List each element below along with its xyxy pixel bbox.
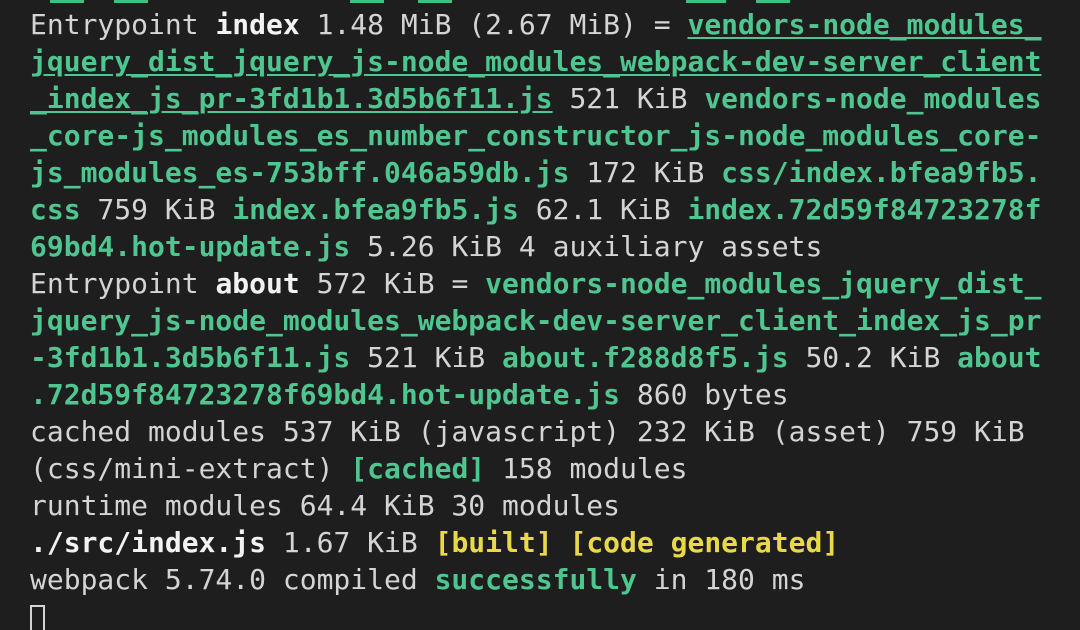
cursor-icon: [30, 605, 45, 630]
output-line-runtime-modules: runtime modules 64.4 KiB 30 modules: [30, 489, 621, 522]
asset-name: -3fd1b1.3d5b6f11.js: [30, 341, 351, 374]
asset-link[interactable]: vendors-node_modules_: [687, 8, 1041, 41]
terminal-window[interactable]: Entrypoint index 1.48 MiB (2.67 MiB) = v…: [30, 0, 1070, 630]
success-status: successfully: [434, 563, 637, 596]
output-line: css 759 KiB index.bfea9fb5.js 62.1 KiB i…: [30, 193, 1042, 226]
output-line: 69bd4.hot-update.js 5.26 KiB 4 auxiliary…: [30, 230, 823, 263]
cached-badge: [cached]: [350, 452, 486, 485]
asset-name: about: [957, 341, 1042, 374]
asset-name: vendors-node_modules: [704, 82, 1042, 115]
output-line-entrypoint-about: Entrypoint about 572 KiB = vendors-node_…: [30, 267, 1042, 300]
output-line: js_modules_es-753bff.046a59db.js 172 KiB…: [30, 156, 1042, 189]
asset-name: index.72d59f84723278f: [687, 193, 1042, 226]
built-badge: [built]: [434, 526, 553, 559]
entrypoint-name: about: [215, 267, 300, 300]
asset-name: css: [30, 193, 81, 226]
output-line: .72d59f84723278f69bd4.hot-update.js 860 …: [30, 378, 789, 411]
asset-name: _core-js_modules_es_number_constructor_j…: [30, 119, 1042, 152]
output-line-compile-status: webpack 5.74.0 compiled successfully in …: [30, 563, 806, 596]
output-line: _index_js_pr-3fd1b1.3d5b6f11.js 521 KiB …: [30, 82, 1042, 115]
output-line-cached-modules: cached modules 537 KiB (javascript) 232 …: [30, 415, 1025, 448]
entrypoint-name: index: [215, 8, 300, 41]
previous-line-fragment: [30, 0, 1070, 4]
output-line: jquery_dist_jquery_js-node_modules_webpa…: [30, 43, 1070, 80]
asset-name: vendors-node_modules_jquery_dist_: [485, 267, 1042, 300]
asset-name: index.bfea9fb5.js: [232, 193, 519, 226]
asset-name: about.f288d8f5.js: [502, 341, 789, 374]
output-line-module-built: ./src/index.js 1.67 KiB [built] [code ge…: [30, 526, 840, 559]
asset-link[interactable]: _index_js_pr-3fd1b1.3d5b6f11.js: [30, 82, 553, 115]
output-line: jquery_js-node_modules_webpack-dev-serve…: [30, 302, 1070, 339]
output-line: _core-js_modules_es_number_constructor_j…: [30, 117, 1070, 154]
asset-name: jquery_js-node_modules_webpack-dev-serve…: [30, 304, 1042, 337]
code-generated-badge: [code generated]: [569, 526, 840, 559]
asset-name: .72d59f84723278f69bd4.hot-update.js: [30, 378, 621, 411]
asset-name: js_modules_es-753bff.046a59db.js: [30, 156, 570, 189]
prompt-line[interactable]: [30, 598, 1070, 630]
output-line: -3fd1b1.3d5b6f11.js 521 KiB about.f288d8…: [30, 341, 1042, 374]
output-line: (css/mini-extract) [cached] 158 modules: [30, 452, 688, 485]
asset-name: css/index.bfea9fb5.: [721, 156, 1042, 189]
module-path: ./src/index.js: [30, 526, 267, 559]
asset-link[interactable]: jquery_dist_jquery_js-node_modules_webpa…: [30, 45, 1041, 78]
asset-name: 69bd4.hot-update.js: [30, 230, 351, 263]
output-line-entrypoint-index: Entrypoint index 1.48 MiB (2.67 MiB) = v…: [30, 8, 1042, 41]
